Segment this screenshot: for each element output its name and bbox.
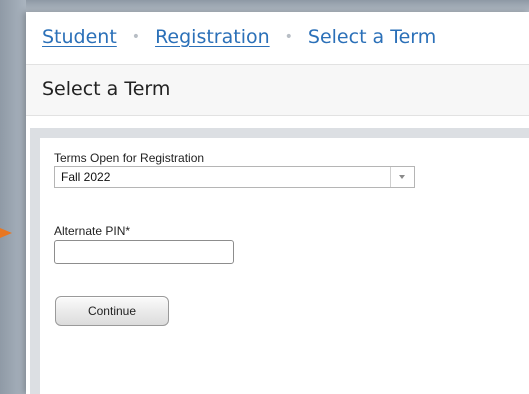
term-selection-panel: Terms Open for Registration Fall 2022 Al… xyxy=(40,138,529,394)
arrow-right-icon xyxy=(0,228,12,238)
breadcrumb-separator: • xyxy=(131,29,141,45)
term-select[interactable]: Fall 2022 xyxy=(54,166,415,188)
alternate-pin-input[interactable] xyxy=(54,240,234,264)
breadcrumb-registration-link[interactable]: Registration xyxy=(155,26,270,48)
term-select-label: Terms Open for Registration xyxy=(54,151,205,165)
alternate-pin-label: Alternate PIN* xyxy=(54,224,131,238)
title-bar: Select a Term xyxy=(26,64,529,116)
term-select-value: Fall 2022 xyxy=(61,170,111,184)
breadcrumb-student-link[interactable]: Student xyxy=(42,26,117,48)
continue-button[interactable]: Continue xyxy=(55,296,169,326)
breadcrumb: Student • Registration • Select a Term xyxy=(42,22,436,52)
breadcrumb-separator: • xyxy=(284,29,293,45)
page: Student • Registration • Select a Term S… xyxy=(26,12,529,394)
chevron-down-icon xyxy=(399,175,405,179)
screenshot-backdrop-top xyxy=(0,0,529,12)
content-frame: Terms Open for Registration Fall 2022 Al… xyxy=(30,128,529,394)
breadcrumb-current: Select a Term xyxy=(307,26,437,48)
page-title: Select a Term xyxy=(42,78,171,100)
term-select-toggle[interactable] xyxy=(390,167,414,187)
screenshot-backdrop-left xyxy=(0,0,26,394)
